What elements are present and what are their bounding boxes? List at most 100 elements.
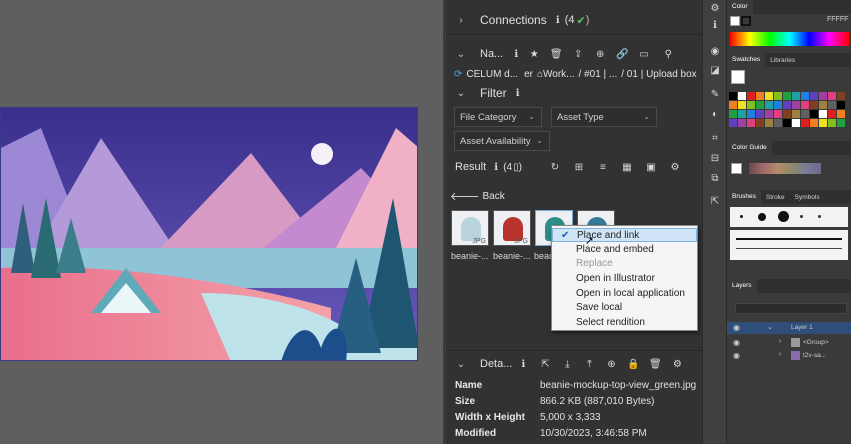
swatch[interactable] xyxy=(810,101,818,109)
swatch[interactable] xyxy=(747,92,755,100)
zoom-icon[interactable]: ⊕ xyxy=(593,47,607,61)
stroke-swatch[interactable] xyxy=(741,16,751,26)
swatch[interactable] xyxy=(729,110,737,118)
swatch[interactable] xyxy=(837,92,845,100)
asset-thumbnail[interactable]: JPG xyxy=(451,210,489,246)
swatch[interactable] xyxy=(765,101,773,109)
settings-icon[interactable]: ⚙ xyxy=(707,0,723,16)
tab-swatches[interactable]: Swatches xyxy=(727,53,766,67)
swatch[interactable] xyxy=(765,110,773,118)
hex-value[interactable]: FFFFF xyxy=(827,16,848,23)
image-view-icon[interactable]: ▣ xyxy=(644,160,658,174)
swatch[interactable] xyxy=(792,119,800,127)
folder-icon[interactable]: ▭ xyxy=(637,47,651,61)
info-icon[interactable]: ℹ xyxy=(489,160,503,174)
chevron-down-icon[interactable]: ⌄ xyxy=(456,49,466,60)
swatches-icon[interactable]: ◪ xyxy=(707,62,723,78)
swatch[interactable] xyxy=(828,110,836,118)
settings-icon[interactable]: ⚙ xyxy=(668,160,682,174)
tab-brushes[interactable]: Brushes xyxy=(727,190,761,204)
swatch[interactable] xyxy=(801,92,809,100)
swatch[interactable] xyxy=(792,110,800,118)
info-icon[interactable]: ℹ xyxy=(511,86,525,100)
breadcrumb-p2[interactable]: / 01 | Upload box xyxy=(621,69,696,80)
fill-swatch[interactable] xyxy=(730,16,740,26)
appearance-icon[interactable]: ◐ xyxy=(707,106,723,122)
menu-item-open-in-illustrator[interactable]: Open in Illustrator xyxy=(552,272,697,286)
color-icon[interactable]: ◉ xyxy=(707,43,723,59)
eye-icon[interactable]: ◉ xyxy=(733,323,740,332)
swatch[interactable] xyxy=(837,101,845,109)
tab-stroke[interactable]: Stroke xyxy=(761,194,790,201)
swatch[interactable] xyxy=(729,101,737,109)
refresh-icon[interactable]: ↻ xyxy=(548,160,562,174)
open-external-icon[interactable]: ⇱ xyxy=(538,357,552,371)
swatch[interactable] xyxy=(810,92,818,100)
layer-row[interactable]: ◉ › t2v-sa... xyxy=(727,350,851,362)
menu-item-save-local[interactable]: Save local xyxy=(552,301,697,315)
tab-libraries[interactable]: Libraries xyxy=(765,57,800,64)
download-icon[interactable]: ⤓ xyxy=(560,357,574,371)
pathfinder-icon[interactable]: ⧉ xyxy=(707,170,723,186)
chevron-right-icon[interactable]: › xyxy=(779,338,781,345)
tab-color-guide[interactable]: Color Guide xyxy=(727,141,772,155)
list-view-icon[interactable]: ≡ xyxy=(596,160,610,174)
expand-icon[interactable]: ⊞ xyxy=(572,160,586,174)
tab-color[interactable]: Color xyxy=(727,0,753,14)
info-icon[interactable]: ℹ xyxy=(707,17,723,33)
menu-item-place-and-link[interactable]: ✔ Place and link xyxy=(552,228,697,242)
eye-icon[interactable]: ◉ xyxy=(733,351,740,360)
file-category-dropdown[interactable]: File Category ⌄ xyxy=(454,107,542,127)
asset-type-dropdown[interactable]: Asset Type ⌄ xyxy=(551,107,657,127)
swatch[interactable] xyxy=(783,92,791,100)
chevron-right-icon[interactable]: › xyxy=(779,351,781,358)
layers-search-input[interactable] xyxy=(735,303,847,314)
artwork-image[interactable] xyxy=(0,107,418,361)
settings-icon[interactable]: ⚙ xyxy=(670,357,684,371)
swatch[interactable] xyxy=(819,110,827,118)
breadcrumb-p1[interactable]: / #01 | ... xyxy=(579,69,618,80)
swatch[interactable] xyxy=(756,110,764,118)
swatch[interactable] xyxy=(738,92,746,100)
asset-availability-dropdown[interactable]: Asset Availability ⌄ xyxy=(454,131,550,151)
swatch[interactable] xyxy=(774,101,782,109)
lock-icon[interactable]: 🔒 xyxy=(626,357,640,371)
link-icon[interactable]: 🔗 xyxy=(615,47,629,61)
filter-header[interactable]: ⌄ Filter ℹ xyxy=(446,84,702,102)
swatch[interactable] xyxy=(774,110,782,118)
tab-layers[interactable]: Layers xyxy=(727,279,757,293)
swatch[interactable] xyxy=(828,101,836,109)
upload-icon[interactable]: ⤒ xyxy=(582,357,596,371)
swatch[interactable] xyxy=(801,119,809,127)
brushes-icon[interactable]: ✎ xyxy=(707,86,723,102)
grid-view-icon[interactable]: ▦ xyxy=(620,160,634,174)
swatch[interactable] xyxy=(828,119,836,127)
swatch[interactable] xyxy=(792,92,800,100)
swatch-grid[interactable] xyxy=(729,92,849,132)
swatch[interactable] xyxy=(729,119,737,127)
swatch[interactable] xyxy=(801,110,809,118)
search-icon[interactable]: ⚲ xyxy=(661,47,675,61)
swatch[interactable] xyxy=(783,110,791,118)
swatch[interactable] xyxy=(783,101,791,109)
swatch[interactable] xyxy=(801,101,809,109)
menu-item-select-rendition[interactable]: Select rendition xyxy=(552,316,697,330)
brush-dots[interactable] xyxy=(730,207,848,227)
eye-icon[interactable]: ◉ xyxy=(733,338,740,347)
swatch[interactable] xyxy=(810,119,818,127)
menu-item-place-and-embed[interactable]: Place and embed xyxy=(552,243,697,257)
export-icon[interactable]: ⇱ xyxy=(707,193,723,209)
swatch[interactable] xyxy=(837,110,845,118)
trash-icon[interactable]: 🗑 xyxy=(648,357,662,371)
swatch[interactable] xyxy=(747,101,755,109)
chevron-down-icon[interactable]: ⌄ xyxy=(456,88,466,99)
info-icon[interactable]: ℹ xyxy=(551,13,565,27)
swatch[interactable] xyxy=(828,92,836,100)
base-color-swatch[interactable] xyxy=(731,163,742,174)
menu-item-open-local-application[interactable]: Open in local application xyxy=(552,287,697,301)
trash-icon[interactable]: 🗑 xyxy=(549,47,563,61)
chevron-down-icon[interactable]: ⌄ xyxy=(456,359,466,370)
swatch[interactable] xyxy=(765,119,773,127)
align-icon[interactable]: ⊟ xyxy=(707,150,723,166)
connections-row[interactable]: › Connections ℹ (4 ✔ ) xyxy=(446,10,702,30)
